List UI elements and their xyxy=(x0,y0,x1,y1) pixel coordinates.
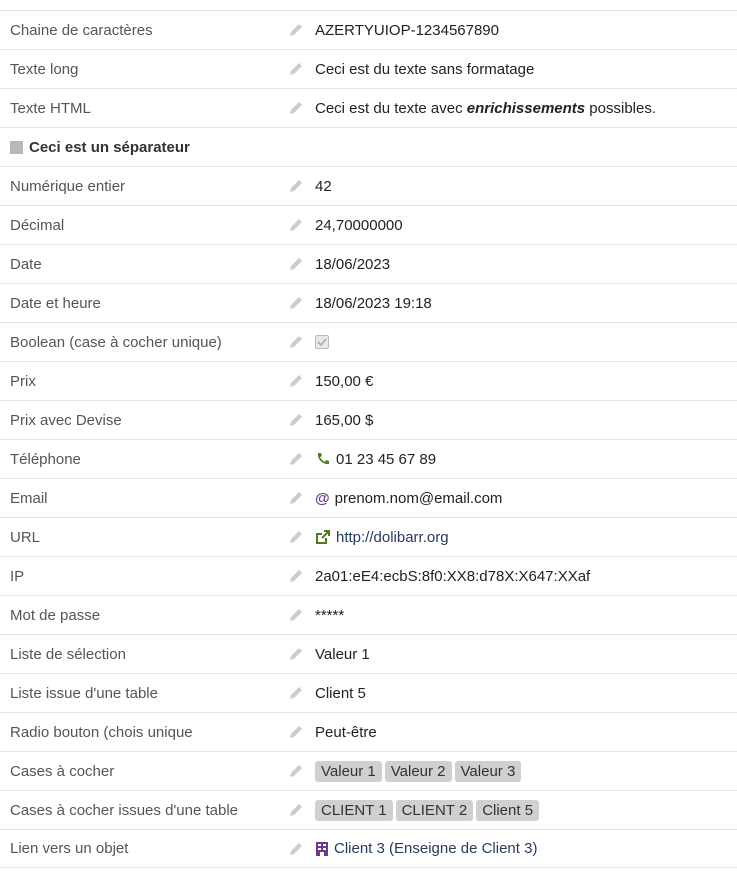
pencil-icon[interactable] xyxy=(286,332,306,352)
field-label: Boolean (case à cocher unique) xyxy=(10,333,222,351)
pencil-icon[interactable] xyxy=(286,527,306,547)
pencil-icon[interactable] xyxy=(286,800,306,820)
field-row: Cases à cocher Valeur 1 Valeur 2 Valeur … xyxy=(0,751,737,790)
field-row: Date 18/06/2023 xyxy=(0,244,737,283)
building-icon xyxy=(315,841,329,857)
field-value: 42 xyxy=(315,177,332,195)
tag: Valeur 3 xyxy=(454,760,522,782)
field-value[interactable]: prenom.nom@email.com xyxy=(335,490,503,507)
field-label: Lien vers un objet xyxy=(10,840,129,857)
field-value: Ceci est du texte avec enrichissements p… xyxy=(315,99,657,117)
tag: CLIENT 1 xyxy=(315,799,393,821)
field-row: Prix 150,00 € xyxy=(0,361,737,400)
pencil-icon[interactable] xyxy=(286,20,306,40)
field-label: IP xyxy=(10,567,25,585)
field-row: Lien vers un objet Client 3 (Enseigne de… xyxy=(0,829,737,868)
field-row: Liste de sélection Valeur 1 xyxy=(0,634,737,673)
tag: Valeur 2 xyxy=(384,760,452,782)
pencil-icon[interactable] xyxy=(286,605,306,625)
field-value: 18/06/2023 19:18 xyxy=(315,294,432,312)
field-value: 150,00 € xyxy=(315,372,374,390)
field-row: Téléphone 01 23 45 67 89 xyxy=(0,439,737,478)
field-value: Ceci est du texte sans formatage xyxy=(315,60,535,78)
field-row: Radio bouton (chois unique Peut-être xyxy=(0,712,737,751)
pencil-icon[interactable] xyxy=(286,488,306,508)
field-row: Liste issue d'une table Client 5 xyxy=(0,673,737,712)
field-label: Prix avec Devise xyxy=(10,411,122,429)
field-row: Texte HTML Ceci est du texte avec enrich… xyxy=(0,88,737,127)
field-value: 165,00 $ xyxy=(315,411,374,429)
external-link-icon xyxy=(315,529,331,545)
pencil-icon[interactable] xyxy=(286,176,306,196)
pencil-icon[interactable] xyxy=(286,98,306,118)
field-value: Client 5 xyxy=(315,684,366,702)
field-value: ***** xyxy=(315,606,345,624)
tag: Client 5 xyxy=(476,799,540,821)
tag: CLIENT 2 xyxy=(395,799,474,821)
field-value[interactable]: 01 23 45 67 89 xyxy=(336,451,436,468)
field-label: Prix xyxy=(10,372,36,390)
pencil-icon[interactable] xyxy=(286,215,306,235)
field-row: Numérique entier 42 xyxy=(0,166,737,205)
field-label: Chaine de caractères xyxy=(10,21,153,39)
at-icon: @ xyxy=(315,489,330,507)
field-row: Chaine de caractères AZERTYUIOP-12345678… xyxy=(0,10,737,49)
field-label: Liste de sélection xyxy=(10,645,126,663)
separator-square-icon xyxy=(10,140,23,154)
object-link[interactable]: Client 3 (Enseigne de Client 3) xyxy=(334,840,537,857)
field-row: Email @ prenom.nom@email.com xyxy=(0,478,737,517)
extrafields-table: Chaine de caractères AZERTYUIOP-12345678… xyxy=(0,10,737,868)
field-row: Boolean (case à cocher unique) xyxy=(0,322,737,361)
pencil-icon[interactable] xyxy=(286,371,306,391)
field-value: Valeur 1 xyxy=(315,645,370,663)
field-label: Cases à cocher issues d'une table xyxy=(10,801,238,819)
field-label: Date xyxy=(10,255,42,273)
pencil-icon[interactable] xyxy=(286,839,306,859)
pencil-icon[interactable] xyxy=(286,254,306,274)
separator-label: Ceci est un séparateur xyxy=(29,138,190,156)
field-label: URL xyxy=(10,528,41,546)
field-row: Décimal 24,70000000 xyxy=(0,205,737,244)
pencil-icon[interactable] xyxy=(286,761,306,781)
field-label: Email xyxy=(10,489,48,507)
pencil-icon[interactable] xyxy=(286,722,306,742)
field-row: Date et heure 18/06/2023 19:18 xyxy=(0,283,737,322)
field-value: 2a01:eE4:ecbS:8f0:XX8:d78X:X647:XXaf xyxy=(315,567,591,585)
field-label: Texte long xyxy=(10,60,79,78)
pencil-icon[interactable] xyxy=(286,59,306,79)
boolean-checkbox xyxy=(315,335,329,349)
field-label: Mot de passe xyxy=(10,606,101,624)
pencil-icon[interactable] xyxy=(286,449,306,469)
field-label: Téléphone xyxy=(10,450,81,468)
field-row: Prix avec Devise 165,00 $ xyxy=(0,400,737,439)
field-label: Date et heure xyxy=(10,294,101,312)
pencil-icon[interactable] xyxy=(286,683,306,703)
separator-row: Ceci est un séparateur xyxy=(0,127,737,166)
field-row: Mot de passe ***** xyxy=(0,595,737,634)
field-row: IP 2a01:eE4:ecbS:8f0:XX8:d78X:X647:XXaf xyxy=(0,556,737,595)
field-row: Texte long Ceci est du texte sans format… xyxy=(0,49,737,88)
pencil-icon[interactable] xyxy=(286,566,306,586)
pencil-icon[interactable] xyxy=(286,410,306,430)
field-row: Cases à cocher issues d'une table CLIENT… xyxy=(0,790,737,829)
field-value: Peut-être xyxy=(315,723,377,741)
field-value: 18/06/2023 xyxy=(315,255,391,273)
field-label: Radio bouton (chois unique xyxy=(10,723,193,741)
phone-icon xyxy=(315,451,331,467)
field-label: Décimal xyxy=(10,216,65,234)
field-label: Liste issue d'une table xyxy=(10,684,158,702)
field-label: Texte HTML xyxy=(10,99,91,117)
field-label: Cases à cocher xyxy=(10,762,115,780)
pencil-icon[interactable] xyxy=(286,644,306,664)
url-link[interactable]: http://dolibarr.org xyxy=(336,529,449,546)
field-value: AZERTYUIOP-1234567890 xyxy=(315,21,499,39)
pencil-icon[interactable] xyxy=(286,293,306,313)
tag: Valeur 1 xyxy=(315,760,382,782)
field-value: 24,70000000 xyxy=(315,216,403,234)
field-row: URL http://dolibarr.org xyxy=(0,517,737,556)
field-label: Numérique entier xyxy=(10,177,126,195)
